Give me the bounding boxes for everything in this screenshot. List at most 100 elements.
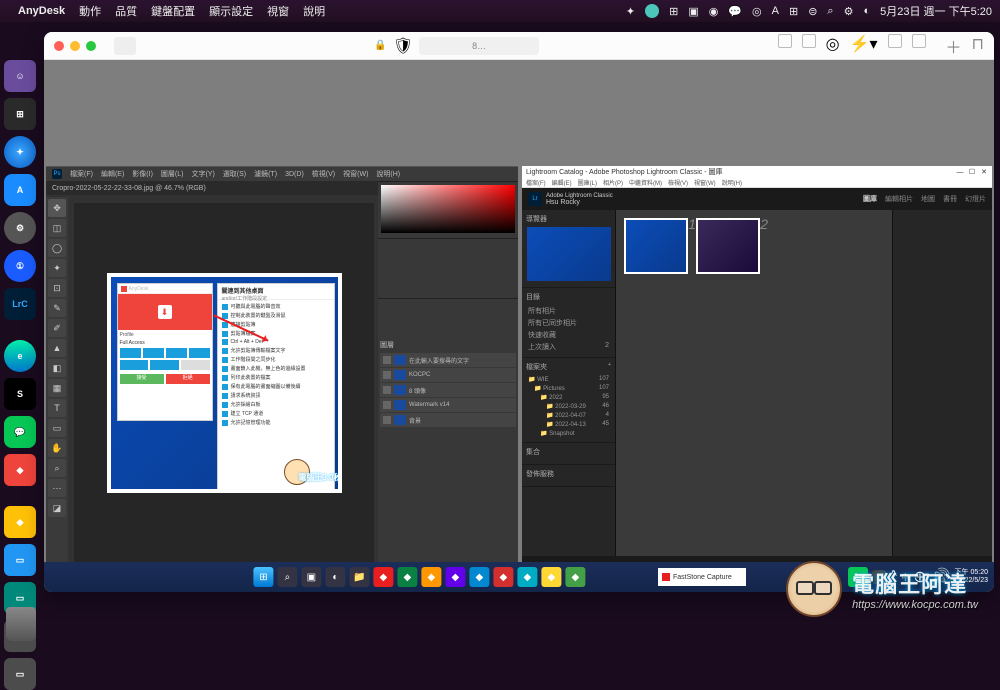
close-button[interactable]	[54, 41, 64, 51]
ps-menu[interactable]: 濾鏡(T)	[254, 169, 277, 179]
toolbar-icon[interactable]	[802, 34, 816, 48]
siri-icon[interactable]: ◐	[863, 5, 870, 17]
taskbar-app-icon[interactable]: ◆	[397, 567, 417, 587]
folder-row[interactable]: 📁 2022-04-074	[526, 411, 611, 420]
layer-row[interactable]: KOCPC	[380, 368, 516, 382]
catalog-item[interactable]: 快速收藏	[526, 329, 611, 341]
eraser-tool-icon[interactable]: ◧	[48, 359, 66, 377]
taskbar-app-icon[interactable]: ◆	[493, 567, 513, 587]
taskbar-app-icon[interactable]: ◆	[517, 567, 537, 587]
tabs-button[interactable]: ⊓	[972, 34, 984, 58]
navigator-thumbnail[interactable]	[527, 227, 611, 281]
eyedropper-tool-icon[interactable]: ✎	[48, 299, 66, 317]
control-center-icon[interactable]: ⚙	[844, 5, 854, 18]
menu-quality[interactable]: 品質	[115, 3, 137, 19]
lr-menu[interactable]: 相片(P)	[603, 178, 623, 187]
ps-menu[interactable]: 圖層(L)	[161, 169, 184, 179]
adjustments-panel[interactable]	[378, 298, 518, 338]
dock-line-icon[interactable]: 💬	[4, 416, 36, 448]
lr-menu[interactable]: 視窗(W)	[694, 178, 716, 187]
tab-slideshow[interactable]: 幻燈片	[965, 194, 986, 204]
taskbar-app-icon[interactable]: ◆	[445, 567, 465, 587]
text-tool-icon[interactable]: T	[48, 399, 66, 417]
lr-menu[interactable]: 檢視(V)	[668, 178, 688, 187]
layers-panel[interactable]: 圖層 在此輸入要搜尋的文字KOCPC8 頭像Watermark v14背景	[378, 338, 518, 565]
toolbar-icon[interactable]	[778, 34, 792, 48]
minimize-button[interactable]	[70, 41, 80, 51]
toolbar-icon[interactable]: ◎	[826, 34, 840, 58]
catalog-header[interactable]: 目錄	[526, 292, 540, 302]
tab-develop[interactable]: 編輯相片	[885, 194, 913, 204]
layer-row[interactable]: Watermark v14	[380, 398, 516, 412]
dock-app-icon[interactable]: ▭	[4, 658, 36, 690]
datetime[interactable]: 5月23日 週一 下午5:20	[880, 3, 992, 19]
ps-menu[interactable]: 選取(S)	[223, 169, 246, 179]
tab-library[interactable]: 圖庫	[863, 194, 877, 204]
search-icon[interactable]: ⌕	[827, 5, 833, 18]
explorer-icon[interactable]: 📁	[349, 567, 369, 587]
folder-row[interactable]: 📁 Snapshot	[526, 429, 611, 438]
menu-action[interactable]: 動作	[79, 3, 101, 19]
hand-tool-icon[interactable]: ✋	[48, 439, 66, 457]
catalog-item[interactable]: 所有已同步相片	[526, 317, 611, 329]
color-swatch-icon[interactable]: ◪	[48, 499, 66, 517]
lr-menu[interactable]: 中繼資料(M)	[629, 178, 662, 187]
move-tool-icon[interactable]: ✥	[48, 199, 66, 217]
layer-row[interactable]: 在此輸入要搜尋的文字	[380, 353, 516, 367]
gradient-tool-icon[interactable]: ▦	[48, 379, 66, 397]
wifi-icon[interactable]: ⊜	[808, 5, 817, 18]
faststone-toolbar[interactable]: FastStone Capture	[658, 568, 746, 586]
more-tools-icon[interactable]: ⋯	[48, 479, 66, 497]
wand-tool-icon[interactable]: ✦	[48, 259, 66, 277]
color-picker[interactable]	[381, 185, 515, 233]
new-tab-button[interactable]: ＋	[946, 34, 962, 58]
taskbar-app-icon[interactable]: ◆	[421, 567, 441, 587]
maximize-button[interactable]: ☐	[968, 168, 976, 176]
photoshop-window[interactable]: Ps 檔案(F) 編輯(E) 影像(I) 圖層(L) 文字(Y) 選取(S) 濾…	[46, 166, 518, 581]
taskbar-app-icon[interactable]: ◆	[565, 567, 585, 587]
ps-menu[interactable]: 檢視(V)	[312, 169, 335, 179]
sidebar-toggle-icon[interactable]	[114, 37, 136, 55]
ps-menu[interactable]: 影像(I)	[132, 169, 153, 179]
dock-lightroom-icon[interactable]: LrC	[4, 288, 36, 320]
catalog-item[interactable]: 上次讀入2	[526, 341, 611, 353]
status-icon[interactable]: ◉	[709, 5, 719, 18]
brush-tool-icon[interactable]: ✐	[48, 319, 66, 337]
tab-map[interactable]: 地圖	[921, 194, 935, 204]
tab-book[interactable]: 書冊	[943, 194, 957, 204]
marquee-tool-icon[interactable]: ◫	[48, 219, 66, 237]
dock-edge-icon[interactable]: e	[4, 340, 36, 372]
stamp-tool-icon[interactable]: ▲	[48, 339, 66, 357]
taskbar-app-icon[interactable]: ◆	[373, 567, 393, 587]
status-icon[interactable]: ▣	[688, 5, 698, 18]
ps-menu[interactable]: 編輯(E)	[101, 169, 124, 179]
dock-app-icon[interactable]: ◆	[4, 506, 36, 538]
menu-display[interactable]: 顯示設定	[209, 3, 253, 19]
taskbar-app-icon[interactable]: ◆	[541, 567, 561, 587]
layer-row[interactable]: 背景	[380, 413, 516, 427]
properties-panel[interactable]	[378, 238, 518, 298]
start-button[interactable]: ⊞	[253, 567, 273, 587]
ps-menu[interactable]: 檔案(F)	[70, 169, 93, 179]
lr-menu[interactable]: 說明(H)	[722, 178, 742, 187]
navigator-header[interactable]: 導覽器	[526, 214, 547, 224]
task-view-icon[interactable]: ▣	[301, 567, 321, 587]
publish-header[interactable]: 發佈服務	[526, 469, 554, 479]
status-icon[interactable]: ◎	[752, 5, 762, 18]
toolbar-icon[interactable]	[888, 34, 902, 48]
lr-menu[interactable]: 編輯(E)	[552, 178, 572, 187]
shape-tool-icon[interactable]: ▭	[48, 419, 66, 437]
dock-appstore-icon[interactable]: A	[4, 174, 36, 206]
status-icon[interactable]: A	[772, 5, 779, 17]
zoom-button[interactable]	[86, 41, 96, 51]
remote-desktop-viewport[interactable]: Ps 檔案(F) 編輯(E) 影像(I) 圖層(L) 文字(Y) 選取(S) 濾…	[44, 60, 994, 592]
search-icon[interactable]: ⌕	[277, 567, 297, 587]
lr-menu[interactable]: 檔案(F)	[526, 178, 546, 187]
lightroom-window[interactable]: Lightroom Catalog - Adobe Photoshop Ligh…	[522, 166, 992, 581]
crop-tool-icon[interactable]: ⊡	[48, 279, 66, 297]
folder-row[interactable]: 📁 202295	[526, 393, 611, 402]
menu-help[interactable]: 說明	[303, 3, 325, 19]
toolbar-flash-icon[interactable]: ⚡▾	[850, 34, 878, 58]
dock-settings-icon[interactable]: ⚙	[4, 212, 36, 244]
folder-row[interactable]: 📁 2022-04-1345	[526, 420, 611, 429]
